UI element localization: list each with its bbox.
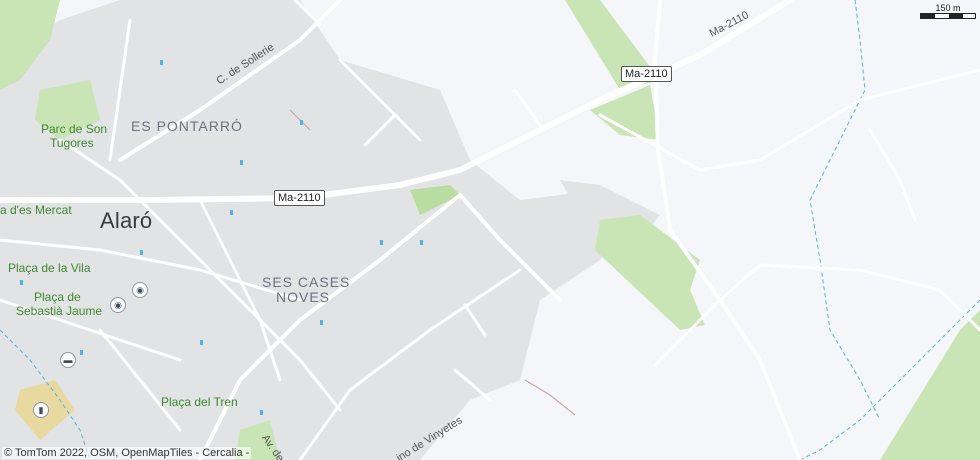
building-mark <box>80 350 83 355</box>
attribution[interactable]: © TomTom 2022, OSM, OpenMapTiles - Cerca… <box>2 447 252 459</box>
bed-icon[interactable]: ▬ <box>60 352 76 368</box>
road-shield-ma2110[interactable]: Ma-2110 <box>621 66 672 82</box>
road-shield-ma2110[interactable]: Ma-2110 <box>274 190 325 206</box>
building-mark <box>320 320 323 325</box>
building-mark <box>200 340 203 345</box>
map-canvas[interactable]: Alaró ES PONTARRÓ SES CASES NOVES Parc d… <box>0 0 980 460</box>
plaza-label-vila[interactable]: Plaça de la Vila <box>8 262 91 274</box>
building-mark <box>300 120 303 125</box>
district-label-pontarro: ES PONTARRÓ <box>131 118 243 134</box>
park-label-son[interactable]: Parc de Son <box>41 123 107 135</box>
stream-line-north <box>809 0 881 421</box>
plaza-label-sebastia-1[interactable]: Plaça de <box>34 291 81 303</box>
scale-bar-graphic <box>920 13 976 19</box>
building-mark <box>140 250 143 255</box>
road-east-b <box>718 263 980 332</box>
building-mark <box>240 160 243 165</box>
building-mark <box>230 210 233 215</box>
building-mark <box>260 410 263 415</box>
road-spur-1 <box>513 88 542 127</box>
building-mark <box>380 240 383 245</box>
park-label-tugores[interactable]: Tugores <box>50 137 94 149</box>
building-mark <box>420 240 423 245</box>
green-area-ma2110 <box>590 85 660 140</box>
town-label[interactable]: Alaró <box>100 210 152 232</box>
camera-icon[interactable]: ◉ <box>132 282 148 298</box>
scale-bar: 150 m <box>920 3 976 19</box>
building-mark <box>160 60 163 65</box>
road-east-north <box>653 0 802 460</box>
plaza-label-tren[interactable]: Plaça del Tren <box>161 396 238 408</box>
district-label-noves: NOVES <box>276 289 331 305</box>
station-icon[interactable]: ▮ <box>33 402 49 418</box>
plaza-label-sebastia-2[interactable]: Sebastià Jaume <box>16 305 102 317</box>
track-southeast <box>524 379 576 416</box>
building-mark <box>20 280 23 285</box>
green-area-east-field <box>595 215 705 330</box>
road-east-d <box>868 128 917 222</box>
scale-label: 150 m <box>935 3 961 13</box>
plaza-label-mercat[interactable]: a d'es Mercat <box>0 204 72 216</box>
district-label-cases: SES CASES <box>262 274 351 290</box>
camera-icon[interactable]: ◉ <box>110 297 126 313</box>
